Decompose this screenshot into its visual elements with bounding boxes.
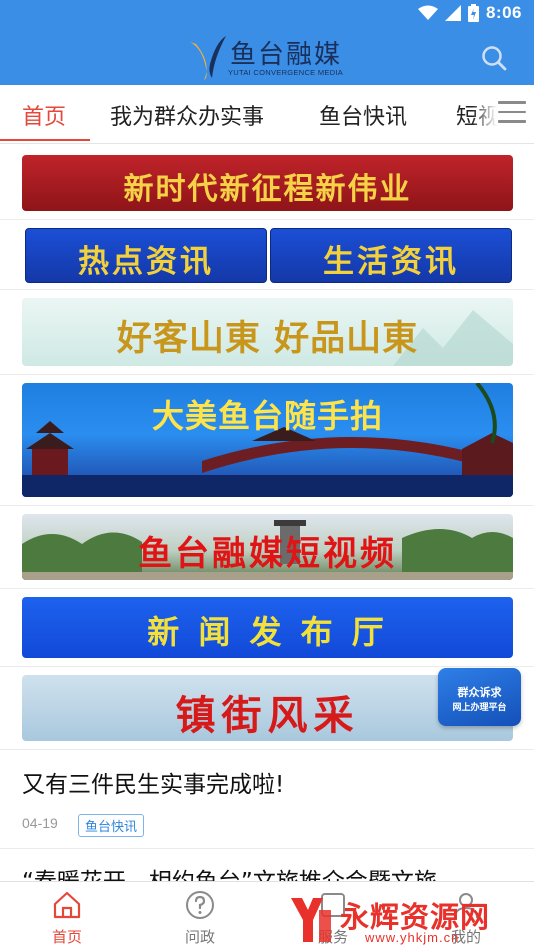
site-watermark: 永辉资源网 www.yhkjm.cn [285, 888, 534, 950]
petition-platform-subtitle: 网上办理平台 [452, 703, 507, 713]
banner-new-era[interactable]: 新时代新征程新伟业 [22, 155, 513, 211]
banner-life-news-text: 生活资讯 [323, 244, 459, 280]
banner-hot-news-text: 热点资讯 [78, 244, 214, 280]
banner-press-hall[interactable]: 新 闻 发 布 厅 [22, 597, 513, 658]
tab-serve-people[interactable]: 我为群众办实事 [110, 99, 264, 131]
status-icons: 8:06 [417, 3, 522, 23]
banner-new-era-text: 新时代新征程新伟业 [123, 172, 412, 207]
nav-inquiry-label: 问政 [184, 928, 215, 946]
nav-home[interactable]: 首页 [17, 882, 117, 951]
tab-active-indicator [0, 139, 90, 141]
status-bar: 8:06 [0, 0, 534, 28]
logo-mark-icon [190, 36, 226, 80]
banner-life-news[interactable]: 生活资讯 [270, 228, 512, 283]
nav-inquiry[interactable]: 问政 [150, 882, 250, 951]
news-item-title[interactable]: 又有三件民生实事完成啦! [22, 765, 284, 799]
channel-tabs: 首页 我为群众办实事 鱼台快讯 短视频 [0, 85, 534, 144]
banner-photo-contest[interactable]: 大美鱼台随手拍 [22, 383, 513, 497]
banner-photo-contest-text: 大美鱼台随手拍 [151, 397, 383, 435]
question-icon [186, 891, 214, 919]
watermark-logo-icon [291, 898, 331, 942]
wifi-icon [417, 5, 438, 20]
battery-icon [467, 4, 479, 22]
banner-short-video[interactable]: 鱼台融媒短视频 [22, 514, 513, 580]
banner-shandong[interactable]: 好客山東 好品山東 [22, 298, 513, 366]
banner-short-video-text: 鱼台融媒短视频 [138, 534, 397, 574]
banner-press-hall-text: 新 闻 发 布 厅 [147, 613, 388, 651]
search-icon[interactable] [480, 44, 508, 72]
logo-text: 鱼台融媒 [230, 40, 343, 70]
signal-icon [444, 5, 461, 21]
banner-shandong-text: 好客山東 好品山東 [116, 318, 419, 359]
tab-yutai-news[interactable]: 鱼台快讯 [319, 99, 407, 131]
logo-subtext: YUTAI CONVERGENCE MEDIA [228, 68, 344, 77]
news-item-tag[interactable]: 鱼台快讯 [78, 814, 145, 837]
petition-platform-title: 群众诉求 [457, 686, 502, 699]
news-item-date: 04-19 [22, 815, 58, 831]
menu-icon[interactable] [498, 101, 526, 125]
banner-hot-news[interactable]: 热点资讯 [25, 228, 267, 283]
tab-home[interactable]: 首页 [22, 99, 66, 131]
watermark-url: www.yhkjm.cn [365, 930, 460, 945]
app-header: 鱼台融媒 YUTAI CONVERGENCE MEDIA [0, 28, 534, 85]
petition-platform-button[interactable]: 群众诉求 网上办理平台 [438, 668, 521, 726]
status-time: 8:06 [485, 3, 522, 22]
app-logo: 鱼台融媒 YUTAI CONVERGENCE MEDIA [188, 32, 358, 82]
home-icon [53, 891, 81, 919]
nav-home-label: 首页 [51, 928, 82, 946]
